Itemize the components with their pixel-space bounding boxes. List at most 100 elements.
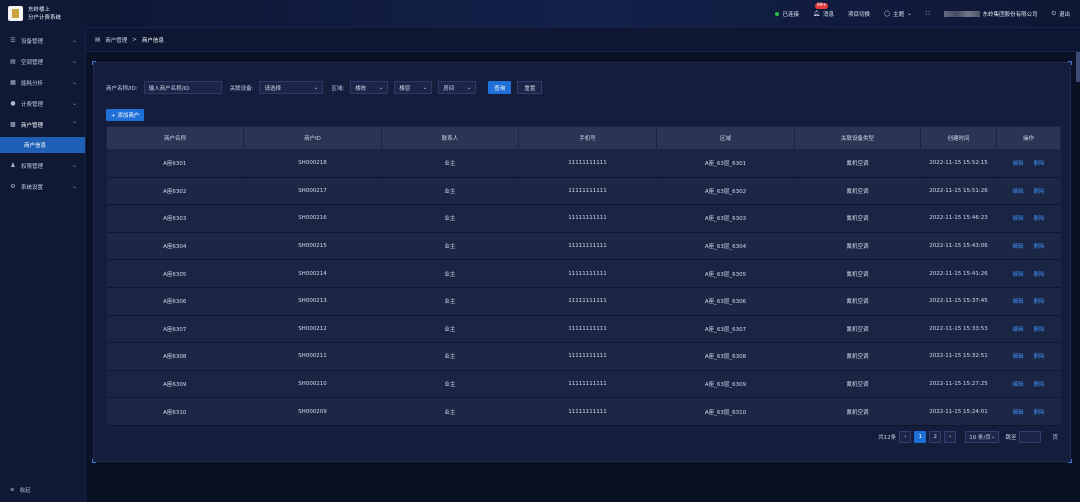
table-cell: 业主 xyxy=(381,177,519,206)
row-actions: 编辑 删除 xyxy=(996,149,1061,178)
delete-link[interactable]: 删除 xyxy=(1034,189,1045,195)
prev-page-button[interactable]: ‹ xyxy=(899,431,912,443)
message-badge: 99+ xyxy=(814,3,829,9)
edit-link[interactable]: 编辑 xyxy=(1012,244,1023,250)
table-cell: 2022-11-15 15:33:53 xyxy=(920,315,997,344)
building-select[interactable]: 楼栋 ⌄ xyxy=(350,81,389,94)
table-row: A座6302 SH000217 业主 11111111111 A座_63层_6302 氟机… xyxy=(106,177,1061,206)
edit-link[interactable]: 编辑 xyxy=(1012,299,1023,305)
device-select[interactable]: 请选择 ⌄ xyxy=(259,81,324,94)
fullscreen-button[interactable]: ⛶ xyxy=(926,11,930,18)
table-cell: 11111111111 xyxy=(518,177,657,206)
name-search-input[interactable]: 输入商户名称/ID xyxy=(143,81,222,94)
sidebar-item-permission[interactable]: ♟ 权限管理 ⌄ xyxy=(0,155,85,176)
delete-link[interactable]: 删除 xyxy=(1034,327,1045,333)
sidebar-item-energy[interactable]: ▦ 能耗分析 ⌄ xyxy=(0,72,85,93)
room-select[interactable]: 房间 ⌄ xyxy=(438,81,477,94)
sidebar-item-billing[interactable]: ● 计费管理 ⌄ xyxy=(0,93,85,114)
table-cell: 业主 xyxy=(381,204,519,233)
table-cell: A座6305 xyxy=(106,259,244,288)
connection-status: 已连接 xyxy=(775,10,799,18)
table-cell: A座6306 xyxy=(106,287,244,316)
edit-link[interactable]: 编辑 xyxy=(1012,354,1023,360)
row-actions: 编辑 删除 xyxy=(996,397,1061,426)
sidebar-item-device[interactable]: ☰ 设备管理 ⌄ xyxy=(0,30,85,51)
chevron-down-icon: ⌄ xyxy=(422,84,428,91)
name-filter-label: 商户名称/ID: xyxy=(106,85,138,92)
page-scrollbar[interactable] xyxy=(1076,52,1080,82)
query-button[interactable]: 查询 xyxy=(488,81,512,94)
delete-link[interactable]: 删除 xyxy=(1034,244,1045,250)
total-count: 共12条 xyxy=(878,435,897,441)
chevron-up-icon: ⌃ xyxy=(71,121,77,128)
table-cell: 11111111111 xyxy=(518,315,657,344)
next-page-button[interactable]: › xyxy=(944,431,957,443)
table-cell: 11111111111 xyxy=(518,149,657,178)
edit-link[interactable]: 编辑 xyxy=(1012,189,1023,195)
floor-select[interactable]: 楼层 ⌄ xyxy=(394,81,433,94)
brand[interactable]: 东岭楼上 分户计费系统 xyxy=(0,0,86,28)
collapse-button[interactable]: ≡ 收起 xyxy=(10,486,31,494)
chevron-down-icon: ⌄ xyxy=(313,84,319,91)
delete-link[interactable]: 删除 xyxy=(1034,410,1045,416)
delete-link[interactable]: 删除 xyxy=(1034,272,1045,278)
table-cell: 11111111111 xyxy=(518,259,657,288)
breadcrumb-parent[interactable]: 商户管理 xyxy=(105,36,127,44)
col-header: 商户名称 xyxy=(106,126,244,150)
chevron-right-icon: › xyxy=(949,434,952,440)
edit-link[interactable]: 编辑 xyxy=(1012,410,1023,416)
chevron-down-icon: ⌄ xyxy=(71,183,77,190)
delete-link[interactable]: 删除 xyxy=(1034,161,1045,167)
messages-button[interactable]: 99+ 🔔︎ 消息 xyxy=(813,3,834,18)
table-cell: A座_63层_6310 xyxy=(656,397,795,426)
delete-link[interactable]: 删除 xyxy=(1034,299,1045,305)
page-1-button[interactable]: 1 xyxy=(914,431,927,443)
table-cell: SH000215 xyxy=(243,232,382,261)
page-2-button[interactable]: 2 xyxy=(929,431,942,443)
sidebar-item-settings[interactable]: ⚙ 系统设置 ⌄ xyxy=(0,176,85,197)
edit-link[interactable]: 编辑 xyxy=(1012,161,1023,167)
theme-dropdown[interactable]: ◯ 主题 ⌄ xyxy=(884,10,912,18)
logout-button[interactable]: ⏻ 退出 xyxy=(1052,10,1070,19)
blurred-text xyxy=(943,11,980,17)
edit-link[interactable]: 编辑 xyxy=(1012,216,1023,222)
row-actions: 编辑 删除 xyxy=(996,287,1061,316)
sidebar-subitem-merchant-info[interactable]: 商户信息 xyxy=(0,137,85,153)
device-filter-label: 关联设备: xyxy=(229,85,254,92)
page-size-select[interactable]: 10 条/页 ⌄ xyxy=(965,431,1000,443)
row-actions: 编辑 删除 xyxy=(996,232,1061,261)
table-cell: A座6302 xyxy=(106,177,244,206)
edit-link[interactable]: 编辑 xyxy=(1012,327,1023,333)
table-cell: 氟机空调 xyxy=(794,259,921,288)
table-cell: SH000212 xyxy=(243,315,382,344)
top-bar: 东岭楼上 分户计费系统 已连接 99+ 🔔︎ 消息 项目切换 ◯ 主题 ⌄ ⛶ 东岭集团… xyxy=(0,0,1080,28)
sidebar-item-aircon[interactable]: ▤ 空调管理 ⌄ xyxy=(0,51,85,72)
sidebar-item-merchant[interactable]: ▩ 商户管理 ⌃ xyxy=(0,114,85,135)
col-header: 创建时间 xyxy=(920,126,997,150)
reset-button[interactable]: 重置 xyxy=(517,81,543,94)
goto-page-input[interactable] xyxy=(1019,431,1042,443)
add-merchant-button[interactable]: + 添加商户 xyxy=(106,109,145,121)
edit-link[interactable]: 编辑 xyxy=(1012,272,1023,278)
delete-link[interactable]: 删除 xyxy=(1034,216,1045,222)
table-row: A座6303 SH000216 业主 11111111111 A座_63层_6303 氟机… xyxy=(106,204,1061,233)
chevron-down-icon: ⌄ xyxy=(71,100,77,107)
breadcrumb: ▤ 商户管理 > 商户信息 xyxy=(86,28,1080,52)
delete-link[interactable]: 删除 xyxy=(1034,382,1045,388)
project-switch-button[interactable]: 项目切换 xyxy=(848,10,870,18)
edit-link[interactable]: 编辑 xyxy=(1012,382,1023,388)
table-cell: 氟机空调 xyxy=(794,149,921,178)
device-icon: ☰ xyxy=(10,37,16,44)
table-cell: 业主 xyxy=(381,259,519,288)
main-panel: 商户名称/ID: 输入商户名称/ID 关联设备: 请选择 ⌄ 区域: 楼栋 ⌄ 楼层… xyxy=(92,61,1072,463)
col-header: 关联设备类型 xyxy=(794,126,921,150)
table-cell: 2022-11-15 15:51:26 xyxy=(920,177,997,206)
sidebar: ☰ 设备管理 ⌄ ▤ 空调管理 ⌄ ▦ 能耗分析 ⌄ ● 计费管理 ⌄ ▩ 商户管理 ⌃ 商户信息 … xyxy=(0,28,86,502)
goto-label: 跳至 xyxy=(1005,435,1017,441)
col-header: 联系人 xyxy=(381,126,519,150)
status-dot-icon xyxy=(775,12,780,16)
table-cell: 2022-11-15 15:41:26 xyxy=(920,259,997,288)
table-cell: 业主 xyxy=(381,149,519,178)
table-row: A座6305 SH000214 业主 11111111111 A座_63层_6305 氟机… xyxy=(106,259,1061,288)
delete-link[interactable]: 删除 xyxy=(1034,354,1045,360)
